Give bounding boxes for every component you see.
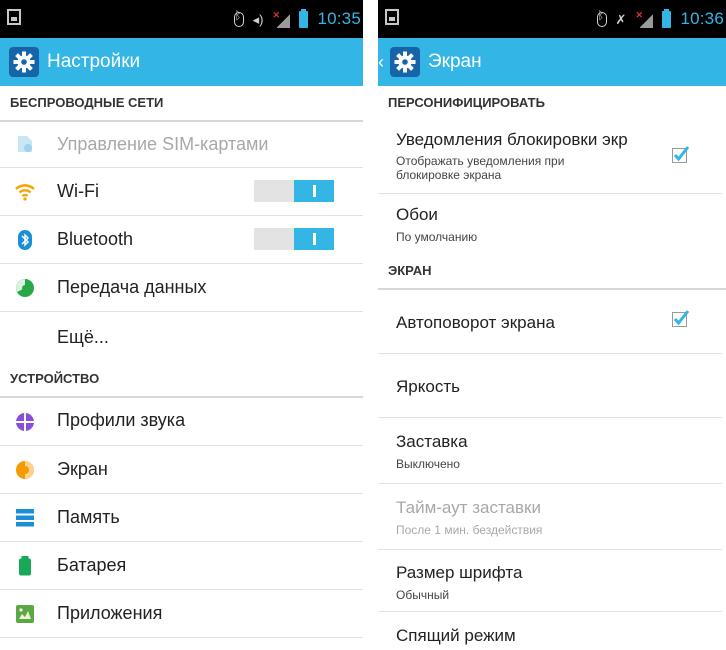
wifi-icon xyxy=(15,184,35,201)
setting-screensaver-timeout: Тайм-аут заставки После 1 мин. бездейств… xyxy=(378,484,722,550)
status-bar: ✗ ✕ 10:36 xyxy=(378,0,726,38)
settings-item-label: Wi-Fi xyxy=(57,181,99,201)
settings-item-label: Ещё... xyxy=(57,327,109,347)
gear-icon[interactable] xyxy=(390,47,420,77)
clock: 10:35 xyxy=(317,9,361,28)
settings-screen: ◂) ✕ 10:35 Настройки БЕСПРОВОДНЫ xyxy=(0,0,363,650)
settings-item-label: Экран xyxy=(57,459,108,479)
bluetooth-toggle[interactable] xyxy=(254,228,334,250)
status-bar: ◂) ✕ 10:35 xyxy=(0,0,363,38)
silent-icon: ✗ xyxy=(615,11,627,27)
setting-title: Размер шрифта xyxy=(396,563,523,582)
setting-wallpaper[interactable]: Обои По умолчанию xyxy=(378,194,722,254)
page-title: Экран xyxy=(428,51,482,72)
setting-summary: Выключено xyxy=(396,457,460,471)
section-personalize: ПЕРСОНИФИЦИРОВАТЬ xyxy=(388,95,545,110)
setting-screensaver[interactable]: Заставка Выключено xyxy=(378,418,722,484)
setting-title: Заставка xyxy=(396,432,468,451)
setting-title: Автоповорот экрана xyxy=(396,313,555,332)
clock: 10:36 xyxy=(680,9,724,28)
wifi-toggle[interactable] xyxy=(254,180,334,202)
storage-icon xyxy=(16,509,34,527)
setting-font-size[interactable]: Размер шрифта Обычный xyxy=(378,550,722,612)
settings-item-more[interactable]: Ещё... xyxy=(0,312,363,362)
bluetooth-status-icon xyxy=(596,10,607,27)
settings-item-battery[interactable]: Батарея xyxy=(0,542,363,590)
settings-item-sound[interactable]: Профили звука xyxy=(0,398,363,446)
action-bar: Настройки xyxy=(0,38,363,86)
gear-icon[interactable] xyxy=(9,47,39,77)
checkbox-icon[interactable] xyxy=(672,146,689,163)
setting-title: Тайм-аут заставки xyxy=(396,498,541,517)
screenshot-notification-icon xyxy=(385,9,399,25)
setting-summary: Обычный xyxy=(396,588,450,602)
setting-title: Яркость xyxy=(396,377,460,396)
settings-item-label: Управление SIM-картами xyxy=(57,134,269,154)
settings-item-label: Приложения xyxy=(57,603,163,623)
display-settings-screen: ✗ ✕ 10:36 ‹ Экран ПЕРСОНИФИЦ xyxy=(378,0,726,650)
setting-autorotate[interactable]: Автоповорот экрана xyxy=(378,290,722,354)
checkbox-icon[interactable] xyxy=(672,310,689,327)
settings-item-label: Передача данных xyxy=(57,277,207,297)
setting-title: Обои xyxy=(396,205,438,224)
volume-icon: ◂) xyxy=(252,11,264,27)
back-caret-icon[interactable]: ‹ xyxy=(378,52,388,73)
signal-icon: ✕ xyxy=(272,10,291,28)
setting-lock-notifications[interactable]: Уведомления блокировки экр Отображать ув… xyxy=(378,122,722,194)
setting-sleep[interactable]: Спящий режим xyxy=(378,612,722,650)
settings-item-data-usage[interactable]: Передача данных xyxy=(0,264,363,312)
setting-title: Уведомления блокировки экр xyxy=(396,130,628,149)
sim-icon xyxy=(18,136,32,152)
setting-brightness[interactable]: Яркость xyxy=(378,354,722,418)
apps-icon xyxy=(16,605,34,623)
battery-icon xyxy=(19,556,31,576)
setting-title: Спящий режим xyxy=(396,626,516,645)
settings-item-storage[interactable]: Память xyxy=(0,494,363,542)
battery-status-icon xyxy=(662,8,672,28)
settings-item-sim[interactable]: Управление SIM-картами xyxy=(0,122,363,168)
settings-item-wifi[interactable]: Wi-Fi xyxy=(0,168,363,216)
setting-summary: После 1 мин. бездействия xyxy=(396,523,543,537)
section-device: УСТРОЙСТВО xyxy=(0,362,363,398)
settings-item-label: Память xyxy=(57,507,120,527)
display-icon xyxy=(16,461,34,479)
data-usage-icon xyxy=(16,279,34,297)
settings-item-display[interactable]: Экран xyxy=(0,446,363,494)
battery-status-icon xyxy=(299,8,309,28)
signal-icon: ✕ xyxy=(635,10,654,28)
settings-item-apps[interactable]: Приложения xyxy=(0,590,363,638)
bluetooth-icon xyxy=(18,230,32,250)
settings-item-label: Bluetooth xyxy=(57,229,134,249)
bluetooth-status-icon xyxy=(233,10,244,27)
setting-summary: По умолчанию xyxy=(396,230,478,244)
screenshot-notification-icon xyxy=(7,9,21,25)
settings-item-label: Профили звука xyxy=(57,410,186,430)
settings-item-bluetooth[interactable]: Bluetooth xyxy=(0,216,363,264)
setting-summary: Отображать уведомления при блокировке эк… xyxy=(396,154,565,182)
section-wireless: БЕСПРОВОДНЫЕ СЕТИ xyxy=(0,86,363,122)
settings-item-label: Батарея xyxy=(57,555,127,575)
page-title: Настройки xyxy=(47,51,141,72)
section-screen: ЭКРАН xyxy=(378,254,726,290)
action-bar[interactable]: ‹ Экран xyxy=(378,38,726,86)
sound-profiles-icon xyxy=(16,413,34,431)
